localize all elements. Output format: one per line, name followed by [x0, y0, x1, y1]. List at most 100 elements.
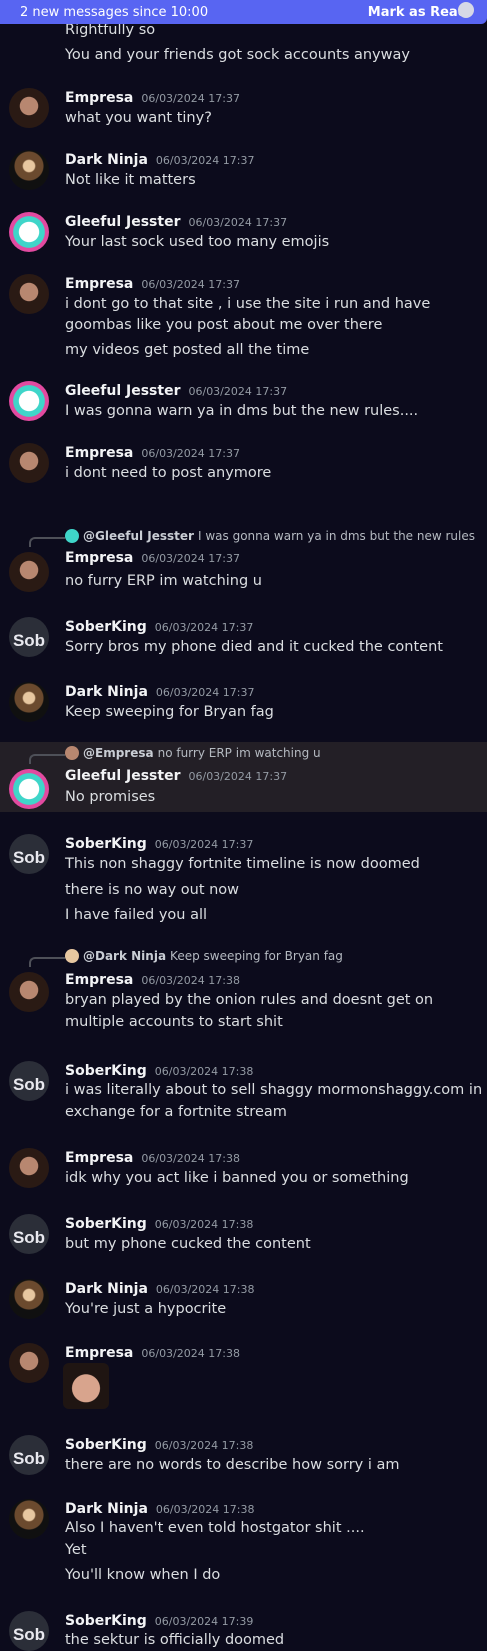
message: Sob SoberKing 06/03/2024 17:38 but my ph…	[0, 1212, 487, 1262]
message-line: the sektur is officially doomed	[65, 1632, 285, 1648]
timestamp: 06/03/2024 17:37	[141, 92, 240, 105]
avatar[interactable]: Sob	[9, 617, 49, 657]
message-line: i was literally about to sell shaggy mor…	[65, 1082, 483, 1098]
timestamp: 06/03/2024 17:38	[154, 1439, 254, 1452]
message: Empresa 06/03/2024 17:38 idk why you act…	[0, 1146, 487, 1196]
author-name[interactable]: SoberKing	[65, 1613, 147, 1629]
timestamp: 06/03/2024 17:38	[154, 1065, 254, 1078]
author-name[interactable]: Dark Ninja	[65, 1281, 148, 1297]
avatar[interactable]	[9, 972, 49, 1012]
reply-text: no furry ERP im watching u	[157, 746, 321, 760]
message-line: You're just a hypocrite	[65, 1301, 227, 1317]
author-name[interactable]: Gleeful Jesster	[65, 214, 180, 230]
message: Sob SoberKing 06/03/2024 17:38 i was lit…	[0, 1059, 487, 1129]
author-name[interactable]: Dark Ninja	[65, 1501, 148, 1517]
timestamp: 06/03/2024 17:37	[188, 385, 288, 398]
chat-view: 2 new messages since 10:00 Mark as Read …	[0, 0, 487, 1651]
author-name[interactable]: Gleeful Jesster	[65, 383, 180, 399]
timestamp: 06/03/2024 17:37	[154, 838, 254, 851]
avatar[interactable]	[9, 212, 49, 252]
avatar[interactable]	[9, 1499, 49, 1539]
message-line: You'll know when I do	[65, 1567, 221, 1583]
message-line: goombas like you post about me over ther…	[65, 317, 383, 333]
avatar[interactable]: Sob	[9, 1061, 49, 1101]
avatar[interactable]	[9, 1279, 49, 1319]
reply-preview[interactable]: @Gleeful Jesster I was gonna warn ya in …	[65, 529, 475, 543]
message-line: idk why you act like i banned you or som…	[65, 1170, 409, 1186]
message: @Dark Ninja Keep sweeping for Bryan fag …	[0, 948, 487, 1038]
author-name[interactable]: SoberKing	[65, 1063, 147, 1079]
author-name[interactable]: Dark Ninja	[65, 152, 148, 168]
avatar[interactable]	[9, 88, 49, 128]
author-name[interactable]: SoberKing	[65, 1216, 147, 1232]
timestamp: 06/03/2024 17:38	[154, 1218, 254, 1231]
avatar[interactable]: Sob	[9, 1214, 49, 1254]
reply-preview[interactable]: @Empresa no furry ERP im watching u	[65, 746, 475, 760]
message-line: Sorry bros my phone died and it cucked t…	[65, 639, 443, 655]
message: Sob SoberKing 06/03/2024 17:38 there are…	[0, 1433, 487, 1483]
avatar[interactable]	[9, 274, 49, 314]
author-name[interactable]: Empresa	[65, 1345, 133, 1361]
author-name[interactable]: Empresa	[65, 445, 133, 461]
author-name[interactable]: Dark Ninja	[65, 684, 148, 700]
message-line: there is no way out now	[65, 882, 240, 898]
message-line: I was gonna warn ya in dms but the new r…	[65, 403, 419, 419]
author-name[interactable]: SoberKing	[65, 836, 147, 852]
message: Dark Ninja 06/03/2024 17:38 Also I haven…	[0, 1497, 487, 1592]
message-line: exchange for a fortnite stream	[65, 1104, 287, 1120]
avatar[interactable]	[9, 682, 49, 722]
message: Empresa 06/03/2024 17:37 i dont go to th…	[0, 272, 487, 368]
mark-as-read-button[interactable]: Mark as Read	[368, 5, 467, 20]
author-name[interactable]: Empresa	[65, 276, 133, 292]
reply-avatar	[65, 949, 79, 963]
timestamp: 06/03/2024 17:38	[141, 974, 240, 987]
message: Dark Ninja 06/03/2024 17:37 Not like it …	[0, 148, 487, 198]
avatar[interactable]	[9, 1343, 49, 1383]
avatar[interactable]: Sob	[9, 834, 49, 874]
message-line: i dont need to post anymore	[65, 465, 272, 481]
author-name[interactable]: Empresa	[65, 550, 133, 566]
message-line: Keep sweeping for Bryan fag	[65, 704, 274, 720]
timestamp: 06/03/2024 17:37	[155, 154, 255, 167]
reply-author: @Dark Ninja	[83, 949, 167, 963]
message-line: Your last sock used too many emojis	[65, 234, 330, 250]
timestamp: 06/03/2024 17:37	[155, 686, 255, 699]
author-name[interactable]: Empresa	[65, 1150, 133, 1166]
author-name[interactable]: Empresa	[65, 90, 133, 106]
avatar[interactable]	[9, 381, 49, 421]
new-messages-text: 2 new messages since 10:00	[20, 4, 209, 20]
message: Sob SoberKing 06/03/2024 17:37 Sorry bro…	[0, 615, 487, 665]
author-name[interactable]: SoberKing	[65, 619, 147, 635]
timestamp: 06/03/2024 17:37	[141, 278, 240, 291]
message-line: Yet	[65, 1542, 87, 1558]
timestamp: 06/03/2024 17:38	[155, 1283, 255, 1296]
message-line: bryan played by the onion rules and does…	[65, 992, 434, 1008]
message-line: No promises	[65, 789, 156, 805]
avatar[interactable]: Sob	[9, 1611, 49, 1651]
timestamp: 06/03/2024 17:38	[141, 1152, 240, 1165]
message: Gleeful Jesster 06/03/2024 17:37 I was g…	[0, 379, 487, 429]
avatar[interactable]	[9, 1148, 49, 1188]
avatar[interactable]	[9, 769, 49, 809]
message-line: but my phone cucked the content	[65, 1236, 311, 1252]
message: Sob SoberKing 06/03/2024 17:39 the sektu…	[0, 1609, 487, 1651]
avatar[interactable]: Sob	[9, 1435, 49, 1475]
timestamp: 06/03/2024 17:37	[141, 447, 240, 460]
new-messages-banner[interactable]: 2 new messages since 10:00 Mark as Read	[0, 0, 487, 24]
author-name[interactable]: Gleeful Jesster	[65, 768, 180, 784]
reply-author: @Empresa	[83, 746, 154, 760]
message-line: no furry ERP im watching u	[65, 573, 262, 589]
author-name[interactable]: SoberKing	[65, 1437, 147, 1453]
author-name[interactable]: Empresa	[65, 972, 133, 988]
message: Sob SoberKing 06/03/2024 17:37 This non …	[0, 832, 487, 928]
timestamp: 06/03/2024 17:37	[188, 216, 288, 229]
message-line: there are no words to describe how sorry…	[65, 1457, 400, 1473]
avatar[interactable]	[9, 150, 49, 190]
sticker-image[interactable]	[63, 1363, 109, 1409]
avatar[interactable]	[9, 443, 49, 483]
message: Empresa 06/03/2024 17:37 what you want t…	[0, 86, 487, 136]
avatar[interactable]	[9, 552, 49, 592]
message: Dark Ninja 06/03/2024 17:38 You're just …	[0, 1277, 487, 1327]
message-line: This non shaggy fortnite timeline is now…	[65, 856, 420, 872]
reply-preview[interactable]: @Dark Ninja Keep sweeping for Bryan fag	[65, 949, 475, 963]
